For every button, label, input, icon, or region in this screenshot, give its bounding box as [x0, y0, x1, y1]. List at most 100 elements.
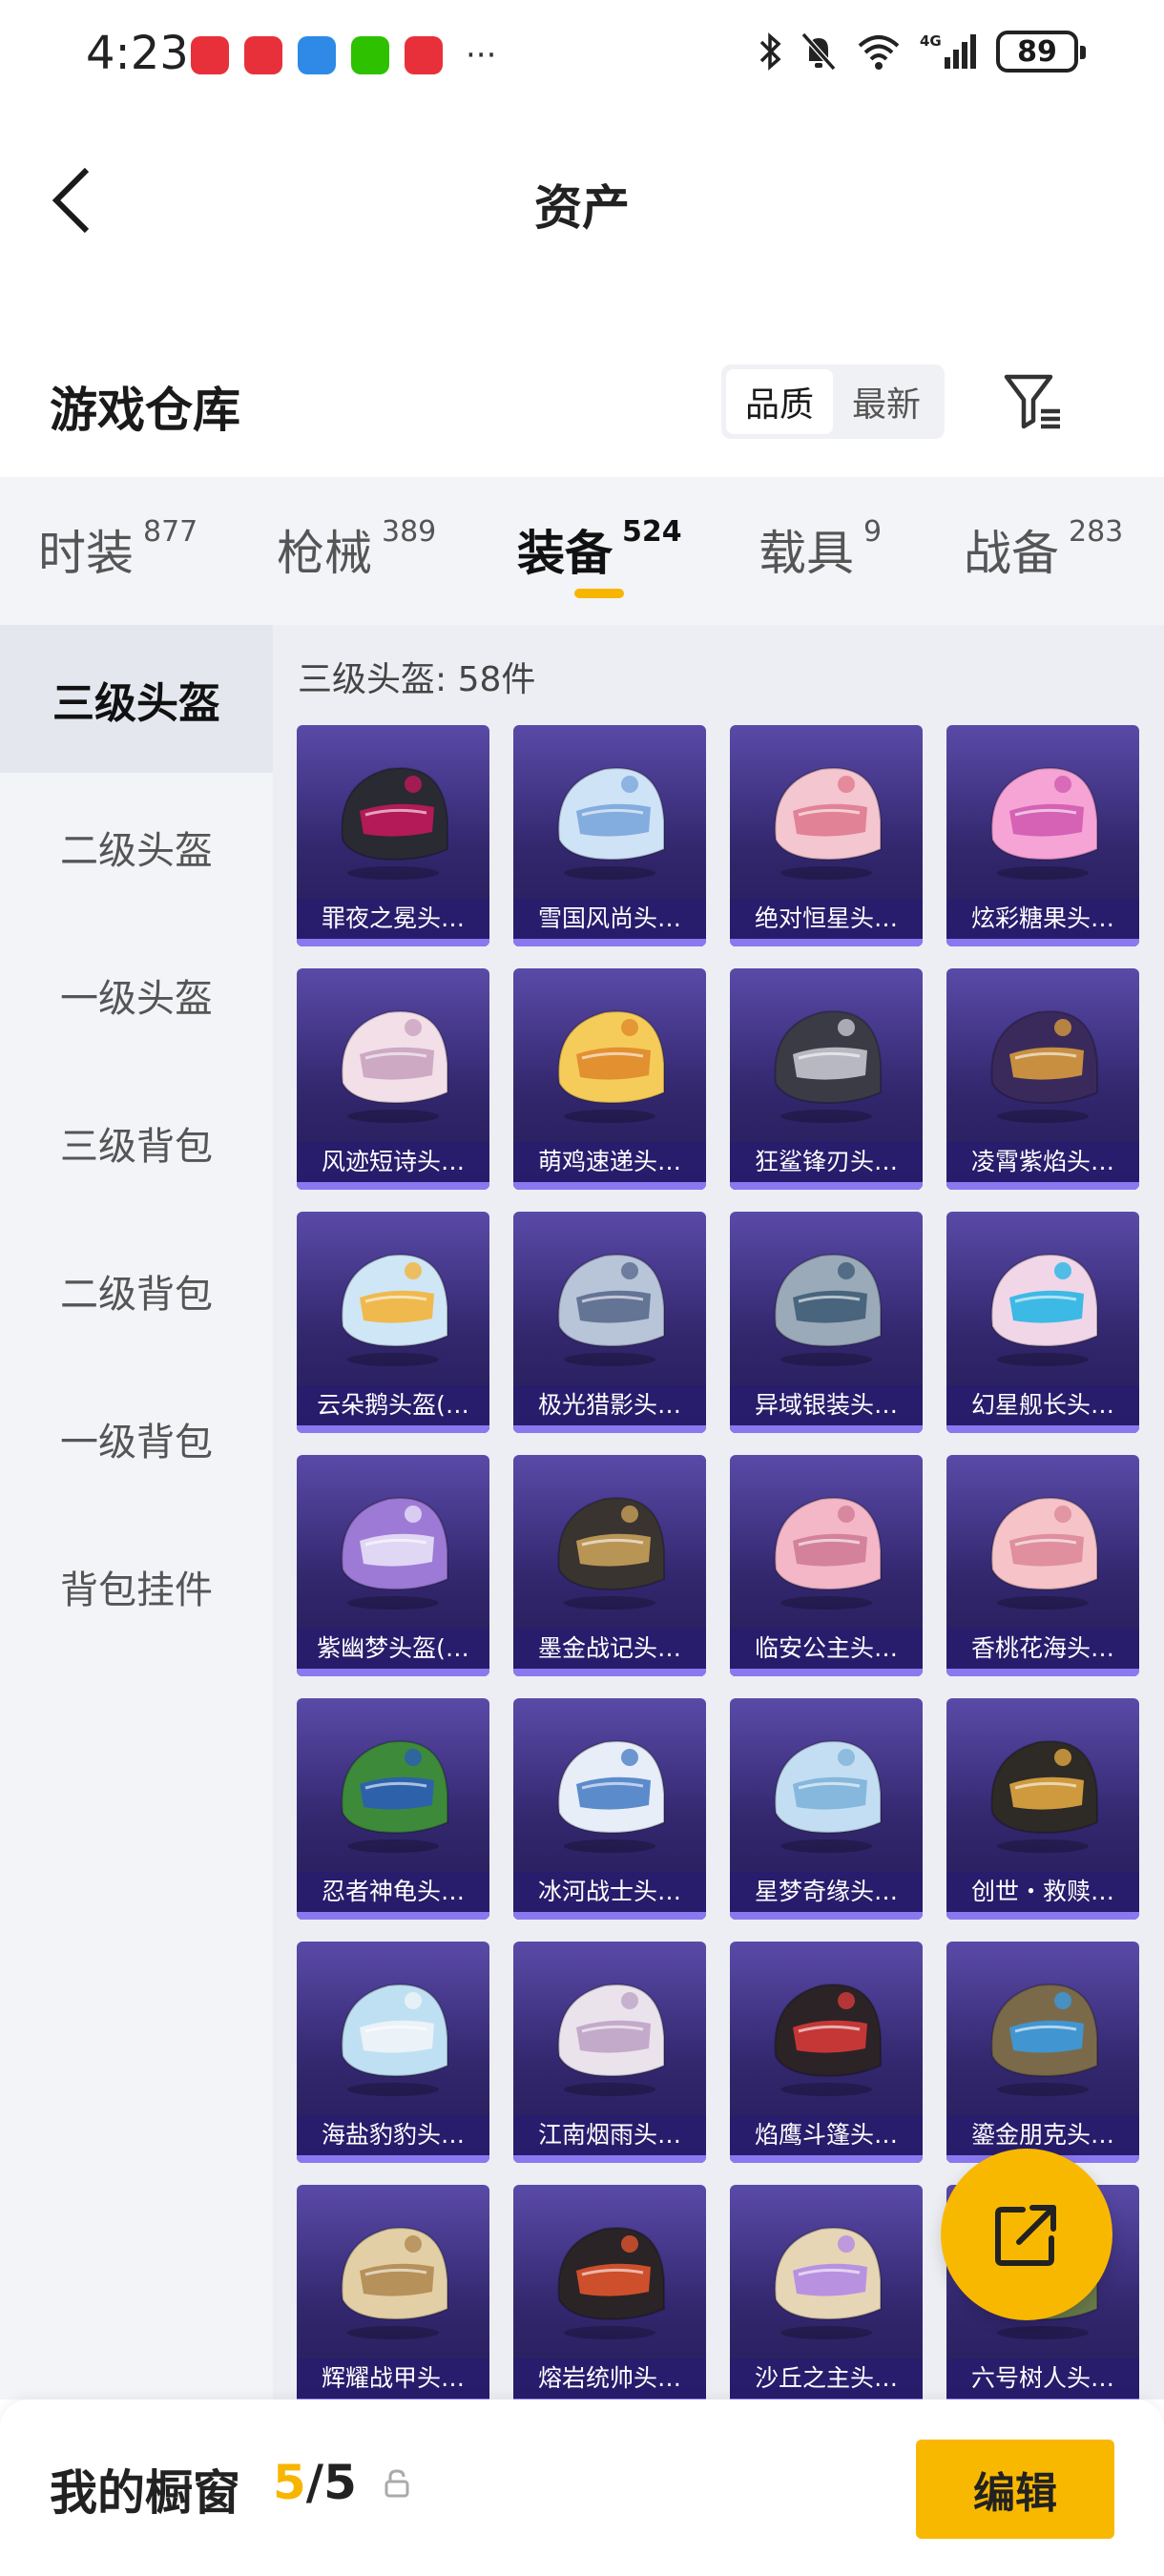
- item-card[interactable]: 辉耀战甲头…: [297, 2185, 489, 2399]
- helmet-icon: [297, 725, 489, 906]
- item-name: 六号树人头…: [946, 2358, 1139, 2399]
- helmet-icon: [297, 1455, 489, 1636]
- item-card[interactable]: 香桃花海头…: [946, 1455, 1139, 1676]
- tab-count: 283: [1069, 515, 1124, 549]
- helmet-icon: [297, 1698, 489, 1880]
- status-indicators: 4G 89: [758, 29, 1086, 74]
- rarity-bar: [513, 939, 706, 946]
- rarity-bar: [297, 1912, 489, 1920]
- network-type-label: 4G: [920, 32, 942, 50]
- tab-label: 战备: [964, 526, 1059, 581]
- sidebar-item-level1-backpack[interactable]: 一级背包: [0, 1364, 273, 1512]
- bluetooth-icon: [758, 29, 782, 74]
- item-card[interactable]: 萌鸡速递头…: [513, 968, 706, 1190]
- helmet-icon: [513, 1942, 706, 2123]
- item-card[interactable]: 冰河战士头…: [513, 1698, 706, 1920]
- tab-label: 时装: [38, 526, 134, 581]
- item-card[interactable]: 绝对恒星头…: [730, 725, 923, 946]
- item-card[interactable]: 鎏金朋克头…: [946, 1942, 1139, 2163]
- rarity-bar: [297, 1669, 489, 1676]
- showcase-count-current: 5: [273, 2455, 306, 2510]
- share-button[interactable]: [941, 2149, 1112, 2320]
- item-card[interactable]: 星梦奇缘头…: [730, 1698, 923, 1920]
- item-name: 幻星舰长头…: [946, 1385, 1139, 1425]
- item-card[interactable]: 江南烟雨头…: [513, 1942, 706, 2163]
- item-card[interactable]: 罪夜之冕头…: [297, 725, 489, 946]
- status-time: 4:23: [86, 27, 189, 80]
- active-tab-indicator: [574, 589, 624, 598]
- sort-option-newest[interactable]: 最新: [833, 369, 940, 434]
- sidebar-item-level1-helmet[interactable]: 一级头盔: [0, 921, 273, 1069]
- item-name: 焰鹰斗篷头…: [730, 2115, 923, 2155]
- tab-supplies[interactable]: 战备 283: [964, 515, 1123, 584]
- sidebar-item-backpack-charm[interactable]: 背包挂件: [0, 1512, 273, 1660]
- tab-count: 877: [143, 515, 198, 549]
- tab-vehicles[interactable]: 载具 9: [759, 515, 882, 584]
- item-card[interactable]: 凌霄紫焰头…: [946, 968, 1139, 1190]
- item-name: 炫彩糖果头…: [946, 899, 1139, 939]
- item-card[interactable]: 炫彩糖果头…: [946, 725, 1139, 946]
- item-name: 创世・救赎…: [946, 1872, 1139, 1912]
- mute-icon: [800, 29, 838, 74]
- item-name: 沙丘之主头…: [730, 2358, 923, 2399]
- showcase-count-separator: /: [305, 2455, 324, 2510]
- item-card[interactable]: 创世・救赎…: [946, 1698, 1139, 1920]
- battery-icon: 89: [996, 31, 1086, 73]
- item-name: 熔岩统帅头…: [513, 2358, 706, 2399]
- rarity-bar: [730, 1669, 923, 1676]
- item-card[interactable]: 雪国风尚头…: [513, 725, 706, 946]
- item-card[interactable]: 极光猎影头…: [513, 1212, 706, 1433]
- rarity-bar: [513, 1182, 706, 1190]
- redbook-icon: [244, 36, 282, 74]
- wifi-icon: [855, 29, 903, 74]
- showcase-count-total: 5: [323, 2455, 357, 2510]
- item-card[interactable]: 海盐豹豹头…: [297, 1942, 489, 2163]
- item-card[interactable]: 幻星舰长头…: [946, 1212, 1139, 1433]
- sidebar-item-level2-helmet[interactable]: 二级头盔: [0, 773, 273, 921]
- item-card[interactable]: 紫幽梦头盔(…: [297, 1455, 489, 1676]
- rarity-bar: [513, 1425, 706, 1433]
- page-title: 资产: [534, 180, 630, 236]
- item-card[interactable]: 云朵鹅头盔(…: [297, 1212, 489, 1433]
- title-bar: 资产: [0, 143, 1164, 258]
- item-card[interactable]: 墨金战记头…: [513, 1455, 706, 1676]
- item-card[interactable]: 熔岩统帅头…: [513, 2185, 706, 2399]
- item-name: 墨金战记头…: [513, 1629, 706, 1669]
- item-card[interactable]: 狂鲨锋刃头…: [730, 968, 923, 1190]
- edit-button[interactable]: 编辑: [916, 2440, 1114, 2539]
- tab-weapons[interactable]: 枪械 389: [277, 515, 436, 584]
- item-card[interactable]: 沙丘之主头…: [730, 2185, 923, 2399]
- item-name: 雪国风尚头…: [513, 899, 706, 939]
- lock-icon: [385, 2469, 409, 2498]
- warehouse-header: 游戏仓库 品质 最新: [0, 343, 1164, 458]
- item-card[interactable]: 异域银装头…: [730, 1212, 923, 1433]
- tab-label: 枪械: [277, 526, 372, 581]
- item-name: 罪夜之冕头…: [297, 899, 489, 939]
- item-name: 江南烟雨头…: [513, 2115, 706, 2155]
- tab-equipment[interactable]: 装备 524: [517, 515, 682, 584]
- filter-button[interactable]: [998, 366, 1067, 435]
- helmet-icon: [946, 725, 1139, 906]
- bottom-bar: 我的橱窗 5/5 编辑: [0, 2399, 1164, 2576]
- helmet-icon: [513, 725, 706, 906]
- item-card[interactable]: 临安公主头…: [730, 1455, 923, 1676]
- tab-fashion[interactable]: 时装 877: [38, 515, 197, 584]
- status-bar: 4:23 ··· 4G 89: [0, 0, 1164, 114]
- item-card[interactable]: 忍者神龟头…: [297, 1698, 489, 1920]
- rarity-bar: [730, 1182, 923, 1190]
- item-name: 海盐豹豹头…: [297, 2115, 489, 2155]
- sidebar-item-level2-backpack[interactable]: 二级背包: [0, 1216, 273, 1364]
- notification-app-icons: ···: [191, 36, 496, 74]
- helmet-icon: [730, 2185, 923, 2366]
- rarity-bar: [513, 2155, 706, 2163]
- helmet-icon: [297, 1942, 489, 2123]
- battery-level: 89: [1017, 34, 1057, 69]
- item-card[interactable]: 焰鹰斗篷头…: [730, 1942, 923, 2163]
- item-name: 忍者神龟头…: [297, 1872, 489, 1912]
- sidebar-item-level3-helmet[interactable]: 三级头盔: [0, 625, 273, 773]
- helmet-icon: [297, 968, 489, 1150]
- rarity-bar: [946, 1669, 1139, 1676]
- sort-option-quality[interactable]: 品质: [726, 369, 833, 434]
- sidebar-item-level3-backpack[interactable]: 三级背包: [0, 1069, 273, 1216]
- item-card[interactable]: 风迹短诗头…: [297, 968, 489, 1190]
